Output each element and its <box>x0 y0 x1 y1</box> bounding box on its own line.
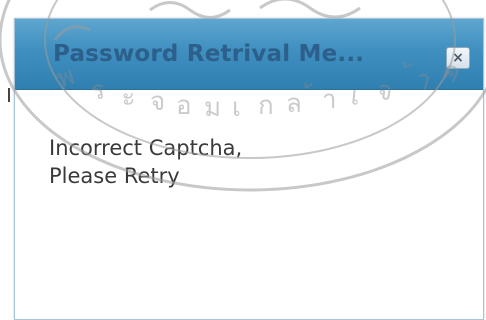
dialog-message: Incorrect Captcha, Please Retry <box>49 134 242 190</box>
password-retrieval-dialog: Password Retrival Me... × Incorrect Capt… <box>14 18 484 320</box>
dialog-title: Password Retrival Me... <box>53 41 365 67</box>
message-line-2: Please Retry <box>49 164 180 188</box>
page: Password Retrival Me... × Incorrect Capt… <box>0 0 486 320</box>
dialog-titlebar[interactable]: Password Retrival Me... × <box>15 19 483 90</box>
close-icon: × <box>452 50 464 66</box>
background-page-fragment <box>8 88 10 102</box>
close-button[interactable]: × <box>446 47 470 69</box>
message-line-1: Incorrect Captcha, <box>49 136 243 160</box>
